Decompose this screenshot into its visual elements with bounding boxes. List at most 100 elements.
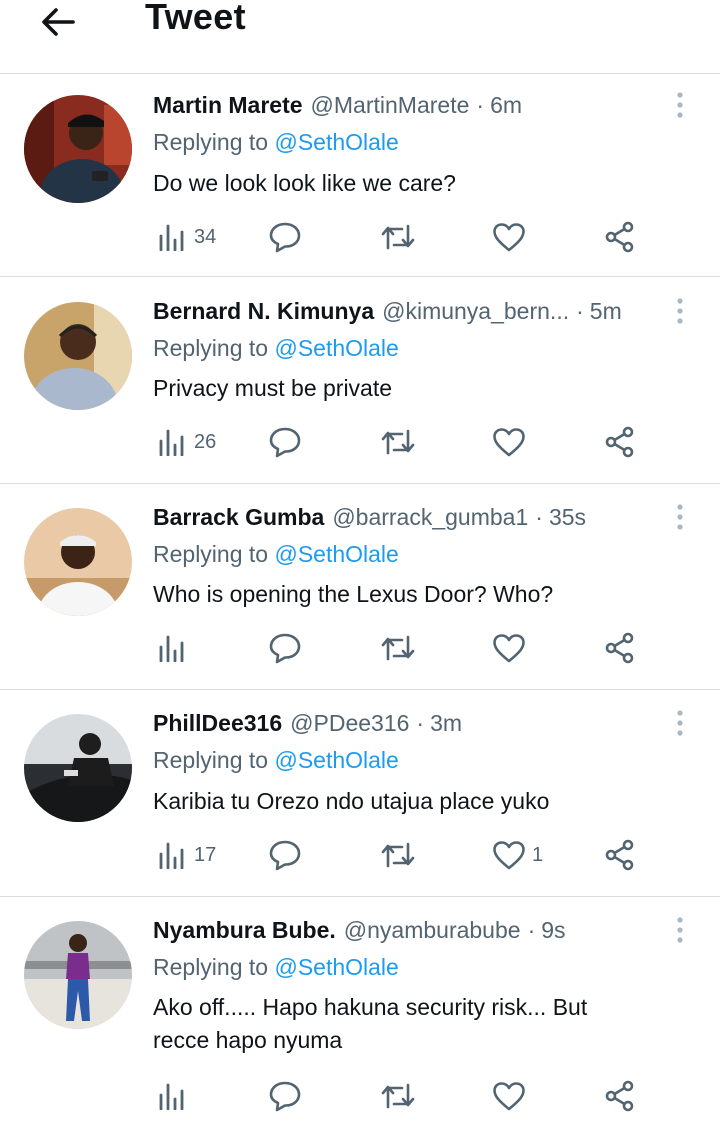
- action-bar: 17 1: [0, 835, 720, 875]
- avatar[interactable]: [24, 714, 132, 822]
- author-handle[interactable]: @nyamburabube: [344, 917, 521, 944]
- author-handle[interactable]: @kimunya_bern...: [382, 298, 569, 325]
- retweet-icon: [381, 429, 415, 455]
- like-button[interactable]: 1: [492, 835, 543, 875]
- reply-icon: [269, 1081, 301, 1112]
- reply-item[interactable]: Martin Marete @MartinMarete · 6m Replyin…: [0, 75, 720, 277]
- replying-label: Replying to: [153, 954, 269, 980]
- mention-link[interactable]: @SethOlale: [274, 335, 398, 361]
- timestamp[interactable]: 3m: [430, 710, 462, 737]
- timestamp[interactable]: 9s: [541, 917, 565, 944]
- like-icon: [493, 1082, 525, 1111]
- like-button[interactable]: [492, 628, 532, 668]
- replying-label: Replying to: [153, 335, 269, 361]
- avatar-image: [24, 714, 132, 822]
- reply-button[interactable]: [268, 217, 302, 257]
- author-handle[interactable]: @MartinMarete: [311, 92, 470, 119]
- separator-dot: ·: [476, 91, 485, 118]
- reply-item[interactable]: Barrack Gumba @barrack_gumba1 · 35s Repl…: [0, 485, 720, 690]
- retweet-button[interactable]: [380, 835, 416, 875]
- more-vertical-icon: [677, 504, 683, 530]
- reply-icon: [269, 840, 301, 871]
- retweet-button[interactable]: [380, 422, 416, 462]
- retweet-icon: [381, 1083, 415, 1109]
- replying-to: Replying to @SethOlale: [153, 541, 399, 568]
- mention-link[interactable]: @SethOlale: [274, 129, 398, 155]
- views-button[interactable]: 17: [158, 835, 216, 875]
- share-icon: [605, 221, 634, 253]
- timestamp[interactable]: 5m: [590, 298, 622, 325]
- views-button[interactable]: 34: [158, 217, 216, 257]
- avatar-image: [24, 921, 132, 1029]
- avatar[interactable]: [24, 95, 132, 203]
- reply-button[interactable]: [268, 422, 302, 462]
- mention-link[interactable]: @SethOlale: [274, 541, 398, 567]
- reply-button[interactable]: [268, 628, 302, 668]
- more-button[interactable]: [666, 914, 694, 946]
- timestamp[interactable]: 6m: [490, 92, 522, 119]
- like-button[interactable]: [492, 422, 532, 462]
- author-name[interactable]: Nyambura Bube.: [153, 917, 336, 944]
- retweet-icon: [381, 842, 415, 868]
- action-bar: 34: [0, 217, 720, 257]
- retweet-icon: [381, 224, 415, 250]
- action-bar: 26: [0, 422, 720, 462]
- views-button[interactable]: 26: [158, 422, 216, 462]
- like-icon: [493, 428, 525, 457]
- like-icon: [493, 223, 525, 252]
- views-icon: [159, 429, 184, 456]
- share-button[interactable]: [604, 628, 636, 668]
- more-button[interactable]: [666, 501, 694, 533]
- author-handle[interactable]: @barrack_gumba1: [332, 504, 528, 531]
- retweet-button[interactable]: [380, 628, 416, 668]
- reply-button[interactable]: [268, 835, 302, 875]
- more-button[interactable]: [666, 89, 694, 121]
- views-icon: [159, 224, 184, 251]
- reply-item[interactable]: PhillDee316 @PDee316 · 3m Replying to @S…: [0, 691, 720, 897]
- arrow-left-icon: [42, 8, 75, 36]
- reply-button[interactable]: [268, 1076, 302, 1116]
- reply-text: Privacy must be private: [153, 375, 393, 401]
- like-button[interactable]: [492, 1076, 532, 1116]
- avatar[interactable]: [24, 302, 132, 410]
- reply-icon: [269, 222, 301, 253]
- share-button[interactable]: [604, 217, 636, 257]
- timestamp[interactable]: 35s: [549, 504, 586, 531]
- reply-text: Karibia tu Orezo ndo utajua place yuko: [153, 788, 550, 814]
- author-name[interactable]: Martin Marete: [153, 92, 303, 119]
- reply-text: Do we look look like we care?: [153, 170, 456, 196]
- views-icon: [159, 842, 184, 869]
- action-bar: [0, 1076, 720, 1116]
- share-button[interactable]: [604, 1076, 636, 1116]
- reply-item[interactable]: Bernard N. Kimunya @kimunya_bern... · 5m…: [0, 278, 720, 484]
- back-button[interactable]: [34, 0, 80, 44]
- retweet-button[interactable]: [380, 217, 416, 257]
- views-icon: [159, 635, 184, 662]
- author-name[interactable]: Barrack Gumba: [153, 504, 324, 531]
- share-button[interactable]: [604, 835, 636, 875]
- reply-text-line: recce hapo nyuma: [153, 1027, 343, 1053]
- share-icon: [605, 1080, 634, 1112]
- views-button[interactable]: [158, 628, 194, 668]
- avatar[interactable]: [24, 508, 132, 616]
- views-button[interactable]: [158, 1076, 194, 1116]
- replying-to: Replying to @SethOlale: [153, 954, 399, 981]
- mention-link[interactable]: @SethOlale: [274, 954, 398, 980]
- share-button[interactable]: [604, 422, 636, 462]
- more-button[interactable]: [666, 707, 694, 739]
- author-name[interactable]: PhillDee316: [153, 710, 282, 737]
- views-icon: [159, 1083, 184, 1110]
- author-handle[interactable]: @PDee316: [290, 710, 409, 737]
- retweet-icon: [381, 635, 415, 661]
- views-count: 34: [194, 225, 217, 248]
- views-count: 17: [194, 843, 217, 866]
- author-name[interactable]: Bernard N. Kimunya: [153, 298, 374, 325]
- avatar-image: [24, 95, 132, 203]
- more-button[interactable]: [666, 295, 694, 327]
- reply-text: Ako off..... Hapo hakuna security risk..…: [153, 991, 693, 1057]
- retweet-button[interactable]: [380, 1076, 416, 1116]
- mention-link[interactable]: @SethOlale: [274, 747, 398, 773]
- reply-item[interactable]: Nyambura Bube. @nyamburabube · 9s Replyi…: [0, 898, 720, 1135]
- avatar[interactable]: [24, 921, 132, 1029]
- like-button[interactable]: [492, 217, 532, 257]
